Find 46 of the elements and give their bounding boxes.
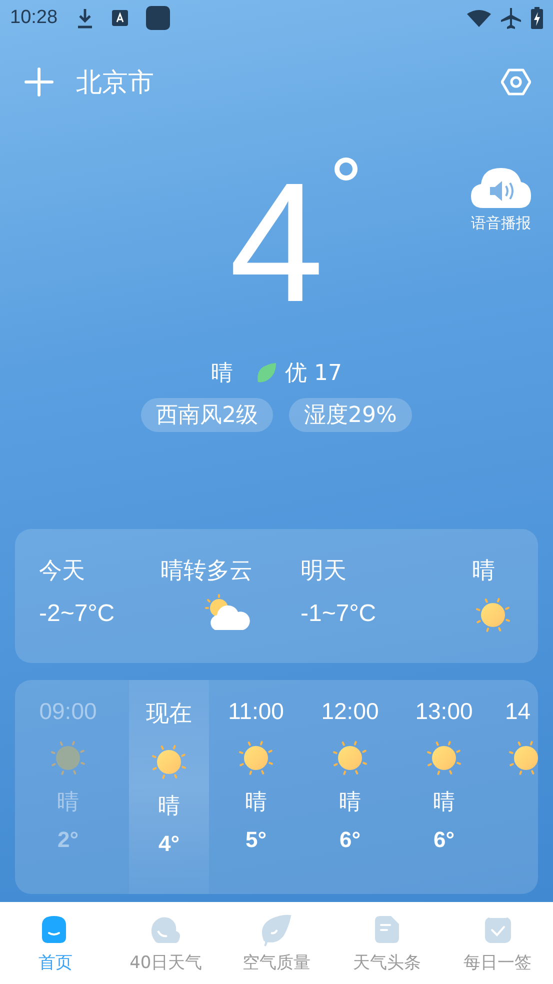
hour-condition: 晴 [433, 789, 455, 817]
air-quality: 优 17 [285, 360, 342, 388]
degree-icon [333, 156, 359, 182]
nav-tab[interactable]: 每日一签 [442, 902, 553, 984]
hour-temperature: 5° [245, 827, 267, 853]
nav-tab[interactable]: 天气头条 [332, 902, 442, 984]
hour-time: 14 [505, 698, 531, 725]
nav-tab[interactable]: 40日天气 [110, 902, 222, 984]
status-time: 10:28 [10, 7, 58, 29]
add-icon[interactable] [24, 67, 54, 97]
humidity-badge: 湿度29% [289, 398, 412, 432]
temperature-range: -1~7°C [300, 600, 376, 629]
translate-icon [112, 10, 128, 26]
hour-condition: 晴 [57, 789, 79, 817]
app-icon [146, 6, 170, 30]
day-condition: 晴 [472, 557, 496, 586]
battery-icon [531, 7, 543, 29]
city-name: 北京市 [76, 66, 154, 100]
hour-time: 现在 [146, 699, 192, 728]
wind-badge: 西南风2级 [141, 398, 274, 432]
current-temperature: 4 [229, 158, 324, 328]
hour-condition: 晴 [339, 789, 361, 817]
nav-tab[interactable]: 空气质量 [221, 902, 332, 984]
download-icon [76, 7, 94, 29]
hour-time: 09:00 [39, 698, 97, 725]
hour-condition: 晴 [158, 793, 180, 821]
voice-broadcast-button[interactable]: 语音播报 [471, 164, 531, 233]
day-condition: 晴转多云 [160, 557, 252, 586]
hour-temperature: 2° [57, 827, 79, 853]
temperature-range: -2~7°C [39, 600, 115, 629]
wifi-icon [467, 9, 491, 27]
settings-icon[interactable] [501, 68, 531, 96]
hour-time: 13:00 [415, 698, 473, 725]
leaf-icon [255, 362, 277, 384]
tab-icon [259, 912, 294, 946]
weather-condition: 晴 [211, 360, 233, 388]
day-label: 今天 [39, 557, 86, 586]
hour-condition: 晴 [245, 789, 267, 817]
hour-time: 11:00 [228, 698, 284, 725]
hour-temperature: 6° [339, 827, 361, 853]
day-label: 明天 [300, 557, 348, 586]
nav-tab[interactable]: 首页 [0, 902, 111, 984]
hour-time: 12:00 [321, 698, 379, 725]
hour-temperature: 4° [158, 831, 180, 857]
airplane-icon [501, 7, 521, 29]
hour-temperature: 6° [433, 827, 455, 853]
